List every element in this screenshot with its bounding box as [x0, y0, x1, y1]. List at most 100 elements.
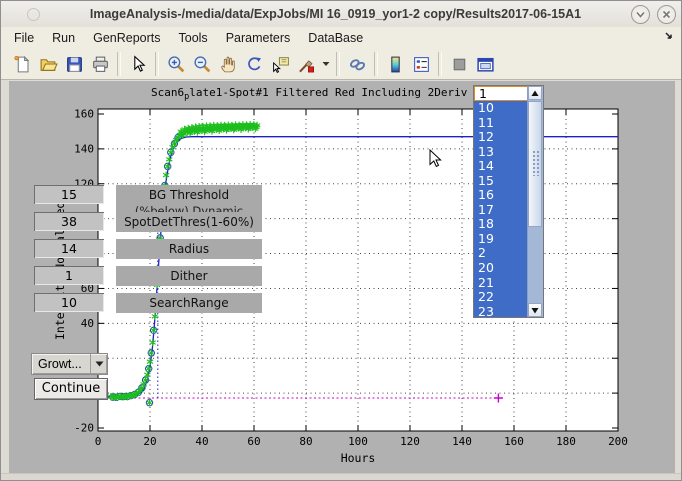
svg-text:40: 40: [81, 317, 94, 330]
menu-overflow-icon[interactable]: [664, 31, 675, 45]
data-cursor-icon: [271, 55, 290, 74]
parameter-sublabel: (%below) Dynamic: [116, 205, 262, 212]
menu-item-database[interactable]: DataBase: [299, 28, 372, 48]
spot-list-item[interactable]: 11: [474, 116, 528, 131]
spot-list-item[interactable]: 15: [474, 174, 528, 189]
parameter-label-dither[interactable]: Dither: [116, 266, 262, 286]
spot-list-item[interactable]: 1: [474, 86, 528, 101]
svg-text:160: 160: [504, 435, 524, 448]
toolbar-button-data-cursor[interactable]: [267, 51, 293, 77]
spot-list-item[interactable]: 23: [474, 305, 528, 318]
pointer-icon: [129, 55, 148, 74]
toolbar-separator: [336, 52, 340, 76]
mouse-cursor-icon: [429, 149, 443, 175]
svg-text:180: 180: [556, 435, 576, 448]
link-plots-icon: [348, 55, 367, 74]
parameter-input-bg-threshold[interactable]: 15: [34, 185, 104, 204]
app-window: ImageAnalysis-/media/data/ExpJobs/MI 16_…: [0, 0, 682, 481]
scroll-down-button[interactable]: [528, 303, 542, 317]
svg-text:160: 160: [74, 108, 94, 121]
zoom-out-icon: [193, 55, 212, 74]
parameter-input-spotdetthres-1-60-[interactable]: 38: [34, 212, 104, 231]
svg-text:80: 80: [299, 435, 312, 448]
toolbar-button-zoom-in[interactable]: [163, 51, 189, 77]
toolbar-button-insert-colorbar[interactable]: [382, 51, 408, 77]
svg-text:100: 100: [348, 435, 368, 448]
menu-item-tools[interactable]: Tools: [170, 28, 217, 48]
svg-text:20: 20: [143, 435, 156, 448]
toolbar-button-pointer[interactable]: [125, 51, 151, 77]
toolbar-button-rotate-3d[interactable]: [241, 51, 267, 77]
toolbar-button-dock-figure[interactable]: [472, 51, 498, 77]
parameter-input-searchrange[interactable]: 10: [34, 293, 104, 312]
toolbar-separator: [374, 52, 378, 76]
spot-list-item[interactable]: 13: [474, 145, 528, 160]
spot-list-item[interactable]: 10: [474, 101, 528, 116]
parameter-label-bg-threshold[interactable]: BG Threshold: [116, 185, 262, 205]
continue-button[interactable]: Continue: [34, 378, 108, 400]
toolbar-button-zoom-out[interactable]: [189, 51, 215, 77]
figure-toolbar: [1, 49, 682, 80]
svg-text:Hours: Hours: [341, 451, 376, 465]
toolbar-button-insert-legend[interactable]: [408, 51, 434, 77]
spot-list-item[interactable]: 19: [474, 232, 528, 247]
toolbar-button-hide-plot-tools[interactable]: [446, 51, 472, 77]
svg-text:0: 0: [95, 435, 102, 448]
scroll-up-button[interactable]: [528, 86, 542, 100]
save-icon: [65, 55, 84, 74]
toolbar-button-brush[interactable]: [293, 51, 319, 77]
brush-icon: [297, 55, 316, 74]
menu-item-run[interactable]: Run: [43, 28, 84, 48]
spot-list-item[interactable]: 16: [474, 188, 528, 203]
toolbar-button-new-document[interactable]: [9, 51, 35, 77]
spot-list-item[interactable]: 20: [474, 261, 528, 276]
svg-text:40: 40: [195, 435, 208, 448]
parameter-label-searchrange[interactable]: SearchRange: [116, 293, 262, 313]
list-scrollbar[interactable]: [527, 86, 543, 317]
rotate-3d-icon: [245, 55, 264, 74]
toolbar-separator: [438, 52, 442, 76]
spot-list-item[interactable]: 21: [474, 276, 528, 291]
spot-list-item[interactable]: 18: [474, 217, 528, 232]
spot-list-item[interactable]: 2: [474, 246, 528, 261]
toolbar-button-brush-dropdown[interactable]: [319, 51, 332, 77]
growth-mode-dropdown[interactable]: Growt...: [31, 353, 108, 375]
hide-plot-tools-icon: [450, 55, 469, 74]
figure-area: Intensity Normalized 0204060801001201401…: [1, 81, 682, 473]
toolbar-button-print[interactable]: [87, 51, 113, 77]
scrollbar-thumb[interactable]: [528, 101, 542, 227]
menu-item-parameters[interactable]: Parameters: [217, 28, 300, 48]
toolbar-separator: [117, 52, 121, 76]
close-button[interactable]: [657, 5, 676, 24]
parameter-label-radius[interactable]: Radius: [116, 239, 262, 259]
minimize-button[interactable]: [631, 5, 650, 24]
menu-item-file[interactable]: File: [5, 28, 43, 48]
toolbar-button-link-plots[interactable]: [344, 51, 370, 77]
parameter-label-spotdetthres-1-60-[interactable]: SpotDetThres(1-60%): [116, 212, 262, 232]
title-bar: ImageAnalysis-/media/data/ExpJobs/MI 16_…: [1, 1, 682, 28]
spot-list-item[interactable]: 17: [474, 203, 528, 218]
svg-text:120: 120: [400, 435, 420, 448]
spot-list-item[interactable]: 14: [474, 159, 528, 174]
window-title: ImageAnalysis-/media/data/ExpJobs/MI 16_…: [40, 7, 631, 21]
toolbar-separator: [155, 52, 159, 76]
open-file-icon: [39, 55, 58, 74]
spot-list-item[interactable]: 22: [474, 290, 528, 305]
toolbar-button-pan-hand[interactable]: [215, 51, 241, 77]
growth-mode-label: Growt...: [32, 357, 90, 371]
menu-bar: FileRunGenReportsToolsParametersDataBase: [1, 27, 682, 50]
svg-text:140: 140: [452, 435, 472, 448]
zoom-in-icon: [167, 55, 186, 74]
new-document-icon: [13, 55, 32, 74]
chevron-down-icon: [634, 8, 647, 21]
parameter-input-radius[interactable]: 14: [34, 239, 104, 258]
toolbar-button-open-file[interactable]: [35, 51, 61, 77]
spot-list-item[interactable]: 12: [474, 130, 528, 145]
insert-legend-icon: [412, 55, 431, 74]
menu-item-genreports[interactable]: GenReports: [84, 28, 169, 48]
parameter-input-dither[interactable]: 1: [34, 266, 104, 285]
dropdown-arrow-icon: [90, 354, 107, 374]
svg-text:140: 140: [74, 142, 94, 155]
window-icon: [27, 8, 40, 21]
toolbar-button-save[interactable]: [61, 51, 87, 77]
